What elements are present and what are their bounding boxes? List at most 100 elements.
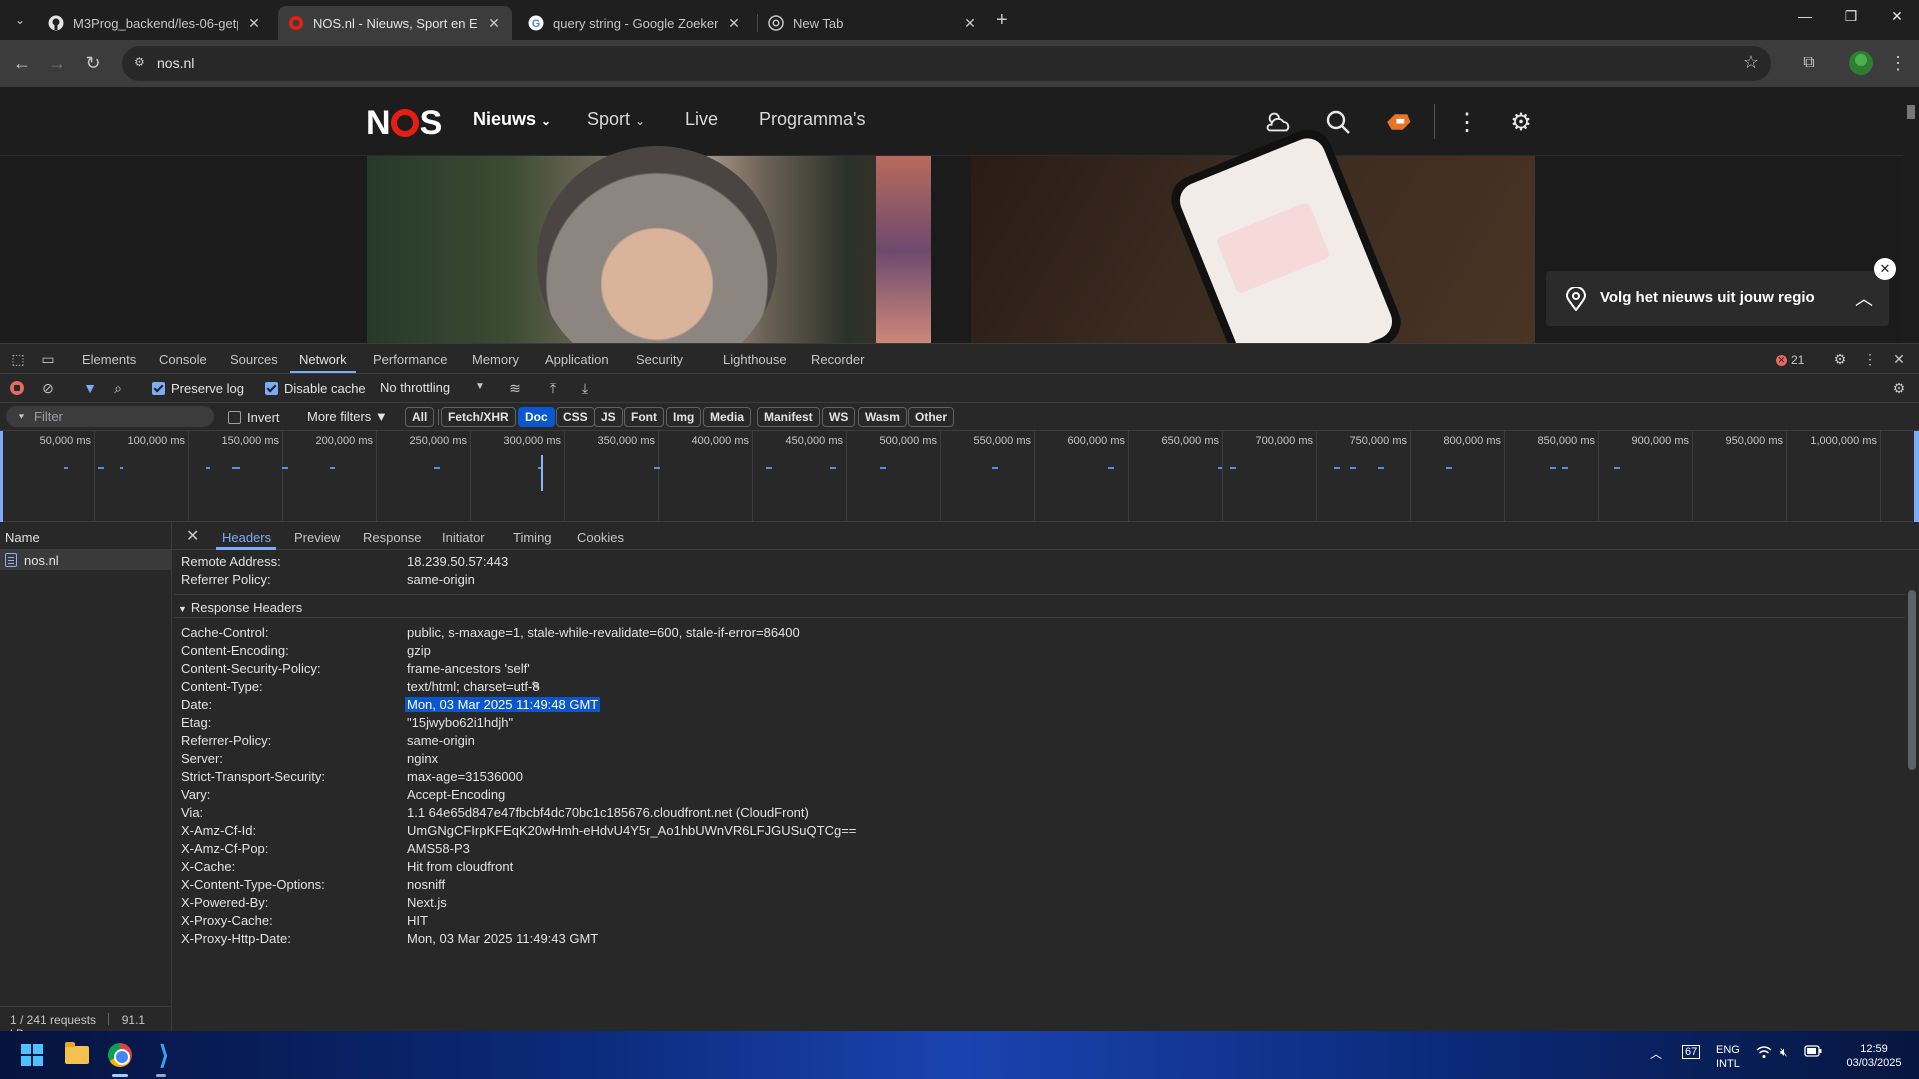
avatar[interactable]: [1849, 51, 1873, 75]
more-filters-dropdown[interactable]: More filters ▼: [307, 409, 388, 424]
filter-wasm[interactable]: Wasm: [858, 407, 907, 427]
tab-headers[interactable]: Headers: [222, 530, 271, 545]
tab-security[interactable]: Security: [636, 352, 683, 367]
response-headers-section[interactable]: ▼ Response Headers: [174, 594, 1919, 618]
bookmark-star-icon[interactable]: ☆: [1743, 52, 1759, 73]
filter-other[interactable]: Other: [908, 407, 955, 427]
import-har-icon[interactable]: ⤒: [543, 378, 563, 398]
nos-logo[interactable]: NS: [366, 104, 442, 143]
filter-doc[interactable]: Doc: [518, 407, 555, 427]
disable-cache-checkbox[interactable]: Disable cache: [265, 381, 366, 396]
error-count-badge[interactable]: ✕ 21: [1776, 353, 1804, 367]
filter-media[interactable]: Media: [703, 407, 752, 427]
tab-application[interactable]: Application: [545, 352, 609, 367]
filter-ws[interactable]: WS: [822, 407, 856, 427]
header-value[interactable]: gzip: [407, 643, 431, 658]
tab-initiator[interactable]: Initiator: [442, 530, 485, 545]
header-value[interactable]: frame-ancestors 'self': [407, 661, 530, 676]
close-detail-icon[interactable]: ✕: [186, 526, 199, 546]
tab-network[interactable]: Network: [299, 352, 347, 367]
forward-icon[interactable]: →: [45, 51, 69, 75]
weather-icon[interactable]: [1264, 108, 1292, 136]
region-close-icon[interactable]: ✕: [1874, 258, 1896, 280]
battery-icon[interactable]: [1804, 1045, 1822, 1060]
page-scroll-thumb[interactable]: [1907, 105, 1915, 119]
request-row[interactable]: nos.nl: [0, 550, 171, 570]
extensions-icon[interactable]: ⧉: [1797, 51, 1821, 75]
filter-font[interactable]: Font: [624, 407, 664, 427]
close-icon[interactable]: ✕: [246, 15, 262, 31]
clear-icon[interactable]: ⊘: [38, 378, 58, 398]
network-conditions-icon[interactable]: ≋: [505, 378, 525, 398]
chrome-menu-icon[interactable]: ⋮: [1886, 51, 1910, 75]
devtools-settings-icon[interactable]: ⚙: [1830, 349, 1850, 369]
throttling-select[interactable]: No throttling: [380, 380, 450, 395]
edit-pencil-icon[interactable]: ✎: [531, 679, 541, 693]
tab-sources[interactable]: Sources: [230, 352, 278, 367]
inspect-element-icon[interactable]: ⬚: [8, 349, 28, 369]
address-bar[interactable]: ⚙ nos.nl ☆: [122, 46, 1771, 81]
filter-all[interactable]: All: [405, 407, 435, 427]
header-value[interactable]: public, s-maxage=1, stale-while-revalida…: [407, 625, 800, 640]
header-value[interactable]: Accept-Encoding: [407, 787, 505, 802]
window-close-icon[interactable]: ✕: [1882, 8, 1912, 25]
filter-js[interactable]: JS: [594, 407, 623, 427]
battery-saver-icon[interactable]: 67: [1682, 1045, 1701, 1059]
nav-nieuws[interactable]: Nieuws ⌄: [473, 109, 551, 130]
header-value[interactable]: nginx: [407, 751, 438, 766]
header-value[interactable]: same-origin: [407, 733, 475, 748]
close-icon[interactable]: ✕: [962, 15, 978, 31]
tab-memory[interactable]: Memory: [472, 352, 519, 367]
detail-scrollbar[interactable]: [1905, 550, 1919, 1032]
header-value[interactable]: Mon, 03 Mar 2025 11:49:48 GMT: [405, 697, 601, 712]
tab-nos[interactable]: NOS.nl - Nieuws, Sport en Even ✕: [278, 6, 512, 40]
export-har-icon[interactable]: ⤓: [575, 378, 595, 398]
more-icon[interactable]: ⋮: [1453, 108, 1481, 136]
tab-recorder[interactable]: Recorder: [811, 352, 864, 367]
nav-live[interactable]: Live: [685, 109, 718, 130]
region-news-widget[interactable]: Volg het nieuws uit jouw regio ︿: [1546, 271, 1889, 326]
filter-icon[interactable]: ▼: [80, 378, 100, 398]
overview-right-handle[interactable]: [1914, 431, 1919, 522]
filter-input[interactable]: Filter: [6, 406, 214, 427]
vscode-taskbar-button[interactable]: ⟩: [148, 1039, 180, 1071]
invert-checkbox[interactable]: Invert: [228, 410, 280, 425]
chrome-taskbar-button[interactable]: [104, 1039, 136, 1071]
tab-performance[interactable]: Performance: [373, 352, 447, 367]
tab-search-icon[interactable]: ⌄: [8, 8, 32, 32]
wifi-icon[interactable]: [1756, 1045, 1772, 1062]
tab-timing[interactable]: Timing: [513, 530, 552, 545]
preserve-log-checkbox[interactable]: Preserve log: [152, 381, 244, 396]
filter-fetch-xhr[interactable]: Fetch/XHR: [441, 407, 516, 427]
new-tab-icon[interactable]: +: [996, 9, 1008, 32]
clock[interactable]: 12:59 03/03/2025: [1836, 1042, 1912, 1070]
header-value[interactable]: text/html; charset=utf-8: [407, 679, 540, 694]
tab-console[interactable]: Console: [159, 352, 207, 367]
header-value[interactable]: max-age=31536000: [407, 769, 523, 784]
input-language[interactable]: ENG INTL: [1716, 1043, 1740, 1071]
tab-preview[interactable]: Preview: [294, 530, 340, 545]
devtools-close-icon[interactable]: ✕: [1889, 349, 1909, 369]
header-value[interactable]: HIT: [407, 913, 428, 928]
restore-icon[interactable]: ❐: [1836, 8, 1866, 25]
tab-lighthouse[interactable]: Lighthouse: [723, 352, 787, 367]
page-scrollbar[interactable]: [1903, 87, 1919, 343]
settings-gear-icon[interactable]: ⚙: [1507, 108, 1535, 136]
network-settings-icon[interactable]: ⚙: [1889, 378, 1909, 398]
network-overview-timeline[interactable]: 50,000 ms 100,000 ms 150,000 ms 200,000 ms 2…: [0, 431, 1919, 522]
filter-css[interactable]: CSS: [556, 407, 595, 427]
close-icon[interactable]: ✕: [726, 15, 742, 31]
header-value[interactable]: Next.js: [407, 895, 447, 910]
minimize-icon[interactable]: —: [1790, 8, 1820, 24]
close-icon[interactable]: ✕: [486, 15, 502, 31]
file-explorer-button[interactable]: [61, 1039, 93, 1071]
tab-cookies[interactable]: Cookies: [577, 530, 624, 545]
filter-manifest[interactable]: Manifest: [757, 407, 820, 427]
tab-github[interactable]: M3Prog_backend/les-06-getpo ✕: [38, 6, 272, 40]
name-column-header[interactable]: Name: [0, 522, 172, 550]
filter-img[interactable]: Img: [666, 407, 702, 427]
start-button[interactable]: [16, 1039, 48, 1071]
nav-programmas[interactable]: Programma's: [759, 109, 865, 130]
search-icon[interactable]: ⌕: [108, 378, 128, 398]
news-photo-portrait[interactable]: [367, 146, 931, 343]
